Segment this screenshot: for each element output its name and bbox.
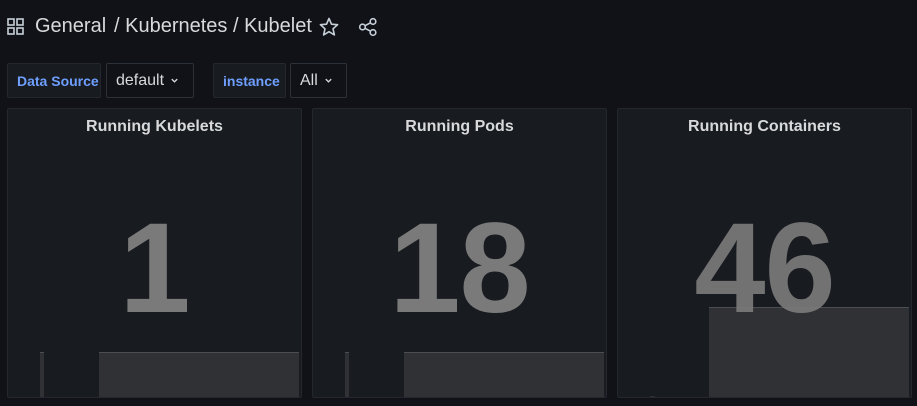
stat-panel-running-pods[interactable]: Running Pods 18 (312, 108, 607, 398)
instance-select[interactable]: All (290, 63, 347, 98)
stat-panel-running-containers[interactable]: Running Containers 46 (617, 108, 912, 398)
share-icon[interactable] (358, 17, 378, 37)
stat-panel-running-kubelets[interactable]: Running Kubelets 1 (7, 108, 302, 398)
variable-label-datasource: Data Source (7, 63, 101, 98)
stat-value: 1 (119, 197, 190, 340)
panel-title: Running Kubelets (86, 118, 223, 135)
datasource-select-value: default (116, 71, 165, 89)
chevron-down-icon (171, 78, 178, 83)
chevron-down-icon (325, 78, 332, 83)
panel-title: Running Containers (688, 118, 841, 135)
breadcrumb-dashboard-title[interactable]: / Kubernetes / Kubelet (114, 15, 312, 38)
stat-value: 18 (389, 197, 530, 340)
star-icon[interactable] (319, 17, 339, 37)
stat-value: 46 (694, 197, 835, 340)
datasource-select[interactable]: default (106, 63, 194, 98)
instance-select-value: All (300, 71, 318, 89)
variable-label-instance: instance (213, 63, 286, 98)
dashboard-header: General / Kubernetes / Kubelet (0, 0, 917, 56)
panel-title: Running Pods (405, 118, 514, 135)
apps-icon[interactable] (7, 18, 24, 35)
breadcrumb-folder[interactable]: General (35, 15, 106, 38)
